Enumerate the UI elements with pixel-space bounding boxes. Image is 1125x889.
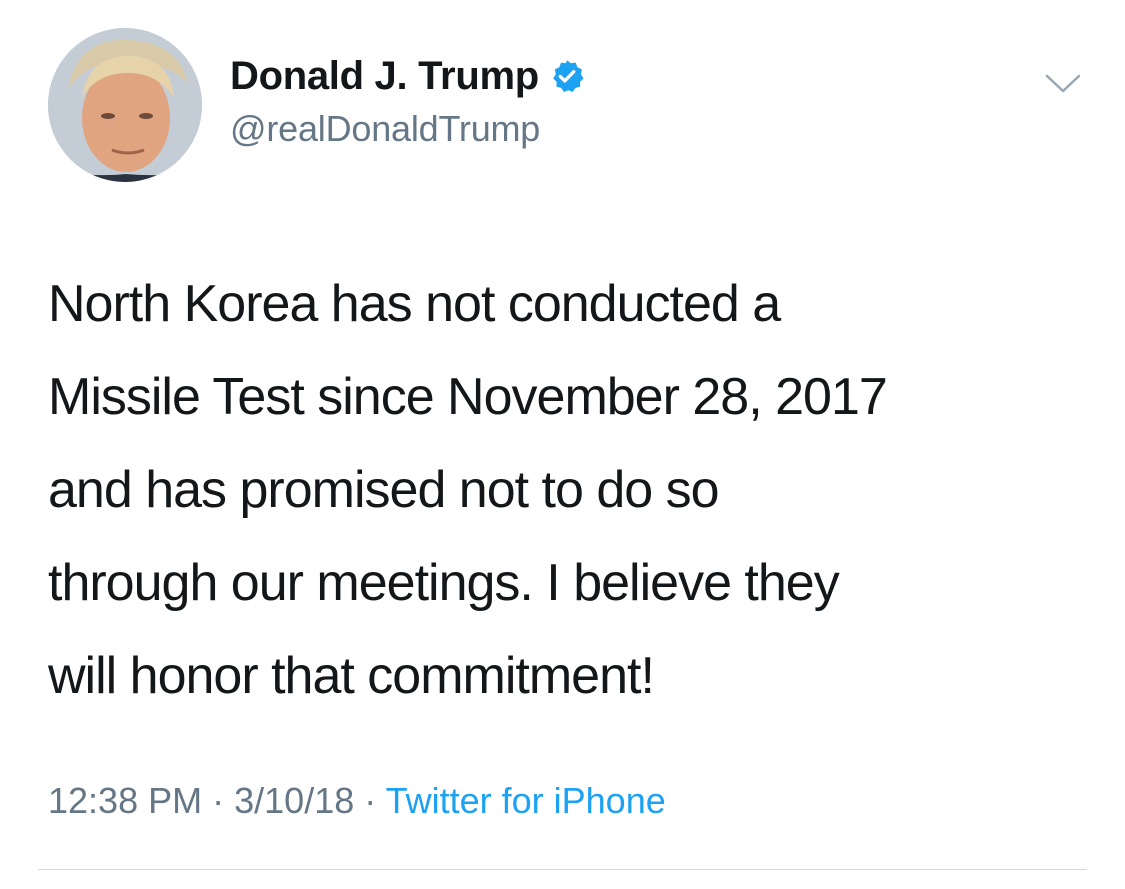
tweet-text-line: and has promised not to do so	[48, 461, 720, 519]
verified-badge-icon	[549, 58, 585, 94]
meta-separator: ·	[212, 780, 225, 821]
display-name[interactable]: Donald J. Trump	[230, 54, 539, 99]
user-handle[interactable]: @realDonaldTrump	[230, 108, 540, 150]
tweet-text-line: Missile Test since November 28, 2017	[48, 368, 888, 426]
tweet-meta: 12:38 PM · 3/10/18 · Twitter for iPhone	[48, 780, 666, 822]
avatar[interactable]	[48, 28, 202, 182]
tweet-time: 12:38 PM	[48, 780, 203, 821]
tweet-date[interactable]: 3/10/18	[234, 780, 354, 821]
tweet-text-line: North Korea has not conducted a	[48, 275, 781, 333]
chevron-down-icon[interactable]	[1043, 70, 1083, 98]
avatar-photo-icon	[48, 28, 202, 182]
meta-separator: ·	[364, 780, 377, 821]
divider	[38, 869, 1087, 870]
tweet-text: North Korea has not conducted a Missile …	[48, 258, 1088, 723]
tweet-text-line: through our meetings. I believe they	[48, 554, 840, 612]
name-row: Donald J. Trump	[230, 50, 585, 102]
tweet-card: Donald J. Trump @realDonaldTrump North K…	[0, 0, 1125, 889]
tweet-source-link[interactable]: Twitter for iPhone	[386, 780, 666, 821]
tweet-text-line: will honor that commitment!	[48, 647, 655, 705]
